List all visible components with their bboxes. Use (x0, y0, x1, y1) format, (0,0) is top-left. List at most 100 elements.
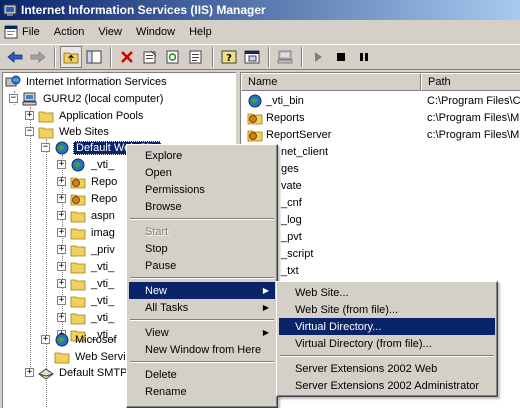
submenu-server-extensions-web[interactable]: Server Extensions 2002 Web (279, 360, 495, 377)
expand-icon[interactable]: + (57, 211, 66, 220)
column-header-path[interactable]: Path (421, 73, 520, 91)
tree-item-child[interactable]: + aspn (57, 207, 117, 224)
tree-item-smtp[interactable]: + Default SMTP (25, 364, 129, 381)
collapse-icon[interactable]: − (9, 94, 18, 103)
export-icon[interactable] (185, 46, 207, 68)
expand-icon[interactable]: + (41, 335, 50, 344)
list-row[interactable]: _pvt (281, 228, 302, 245)
context-menu-browse[interactable]: Browse (129, 198, 275, 215)
submenu-server-extensions-admin[interactable]: Server Extensions 2002 Administrator (279, 377, 495, 394)
tree-item-child[interactable]: + _vti_ (57, 156, 116, 173)
refresh-icon[interactable] (162, 46, 184, 68)
tree-item-child[interactable]: + Repo (57, 190, 119, 207)
stop-icon[interactable] (330, 46, 352, 68)
menu-separator (130, 319, 274, 321)
expand-icon[interactable]: + (57, 160, 66, 169)
list-row[interactable]: vate (281, 177, 302, 194)
expand-icon[interactable]: + (57, 245, 66, 254)
tree-item-computer[interactable]: − GURU2 (local computer) (9, 90, 165, 107)
delete-icon[interactable] (116, 46, 138, 68)
list-row-name: Reports (266, 111, 305, 124)
help-icon[interactable]: ? (218, 46, 240, 68)
smtp-server-icon (38, 366, 54, 380)
menu-separator (280, 355, 494, 357)
list-row[interactable]: _vti_bin C:\Program Files\Co (241, 92, 520, 109)
collapse-icon[interactable]: − (41, 143, 50, 152)
list-row[interactable]: _script (281, 245, 313, 262)
list-row[interactable]: net_client (281, 143, 328, 160)
show-hide-tree-icon[interactable] (83, 46, 105, 68)
list-row-path: C:\Program Files\Co (427, 94, 520, 107)
tree-item-child[interactable]: + _vti_ (57, 309, 116, 326)
collapse-icon[interactable]: − (25, 127, 34, 136)
expand-icon[interactable]: + (25, 368, 34, 377)
expand-icon[interactable]: + (57, 296, 66, 305)
context-menu-explore[interactable]: Explore (129, 147, 275, 164)
expand-icon[interactable]: + (25, 111, 34, 120)
menu-view[interactable]: View (98, 26, 122, 38)
tree-label: _vti_ (91, 260, 115, 273)
tree-item-child[interactable]: + _vti_ (57, 258, 116, 275)
context-menu-view[interactable]: View ▶ (129, 324, 275, 341)
tree-item-web-sites[interactable]: − Web Sites (25, 123, 111, 140)
tree-item-child[interactable]: + _vti_ (57, 292, 116, 309)
tree-item-web-service[interactable]: Web Service (41, 348, 139, 365)
submenu-web-site[interactable]: Web Site... (279, 284, 495, 301)
context-menu-pause[interactable]: Pause (129, 257, 275, 274)
context-menu-permissions[interactable]: Permissions (129, 181, 275, 198)
list-row[interactable]: _txt (281, 262, 299, 279)
list-row[interactable]: ges (281, 160, 299, 177)
expand-icon[interactable]: + (57, 228, 66, 237)
expand-icon[interactable]: + (57, 313, 66, 322)
forward-icon[interactable] (27, 46, 49, 68)
submenu-virtual-directory-from-file[interactable]: Virtual Directory (from file)... (279, 335, 495, 352)
menu-window[interactable]: Window (136, 26, 175, 38)
list-row[interactable]: ReportServer c:\Program Files\Mic (241, 126, 520, 143)
menu-separator (130, 361, 274, 363)
context-menu-delete[interactable]: Delete (129, 366, 275, 383)
context-menu-new[interactable]: New ▶ (129, 282, 275, 299)
gear-folder-icon (70, 192, 86, 206)
context-menu-rename[interactable]: Rename (129, 383, 275, 400)
column-header-name[interactable]: Name (241, 73, 421, 91)
expand-icon[interactable]: + (57, 279, 66, 288)
list-row-name: _vti_bin (266, 94, 304, 107)
play-icon[interactable] (307, 46, 329, 68)
toolbar: ? (0, 44, 520, 70)
menu-help[interactable]: Help (189, 26, 212, 38)
computer-icon[interactable] (274, 46, 296, 68)
tree-item-child[interactable]: + _priv (57, 241, 117, 258)
iis-app-icon (3, 3, 17, 17)
properties-icon[interactable] (139, 46, 161, 68)
list-row[interactable]: _log (281, 211, 302, 228)
tree-label: Repo (91, 175, 118, 188)
tree-item-microsoft[interactable]: + Microsof (41, 331, 119, 348)
expand-icon[interactable]: + (57, 262, 66, 271)
list-row-name: _script (281, 247, 314, 260)
tree-label: aspn (91, 209, 115, 222)
up-folder-icon[interactable] (60, 46, 82, 68)
context-menu-stop[interactable]: Stop (129, 240, 275, 257)
context-menu-new-window[interactable]: New Window from Here (129, 341, 275, 358)
context-menu-open[interactable]: Open (129, 164, 275, 181)
tree-item-root[interactable]: Internet Information Services (5, 73, 169, 90)
list-row-name: _log (281, 213, 302, 226)
list-row[interactable]: Reports c:\Program Files\Mic (241, 109, 520, 126)
expand-icon[interactable]: + (57, 177, 66, 186)
tree-item-child[interactable]: + _vti_ (57, 275, 116, 292)
back-icon[interactable] (4, 46, 26, 68)
submenu-web-site-from-file[interactable]: Web Site (from file)... (279, 301, 495, 318)
folder-icon (38, 109, 54, 123)
pause-icon[interactable] (353, 46, 375, 68)
context-menu-all-tasks[interactable]: All Tasks ▶ (129, 299, 275, 316)
tree-item-app-pools[interactable]: + Application Pools (25, 107, 145, 124)
submenu-virtual-directory[interactable]: Virtual Directory... (279, 318, 495, 335)
list-row-name: _cnf (281, 196, 302, 209)
new-window-icon[interactable] (241, 46, 263, 68)
menu-file[interactable]: File (4, 25, 40, 39)
tree-item-child[interactable]: + imag (57, 224, 117, 241)
tree-item-child[interactable]: + Repo (57, 173, 119, 190)
menu-action[interactable]: Action (54, 26, 85, 38)
expand-icon[interactable]: + (57, 194, 66, 203)
list-row[interactable]: _cnf (281, 194, 302, 211)
